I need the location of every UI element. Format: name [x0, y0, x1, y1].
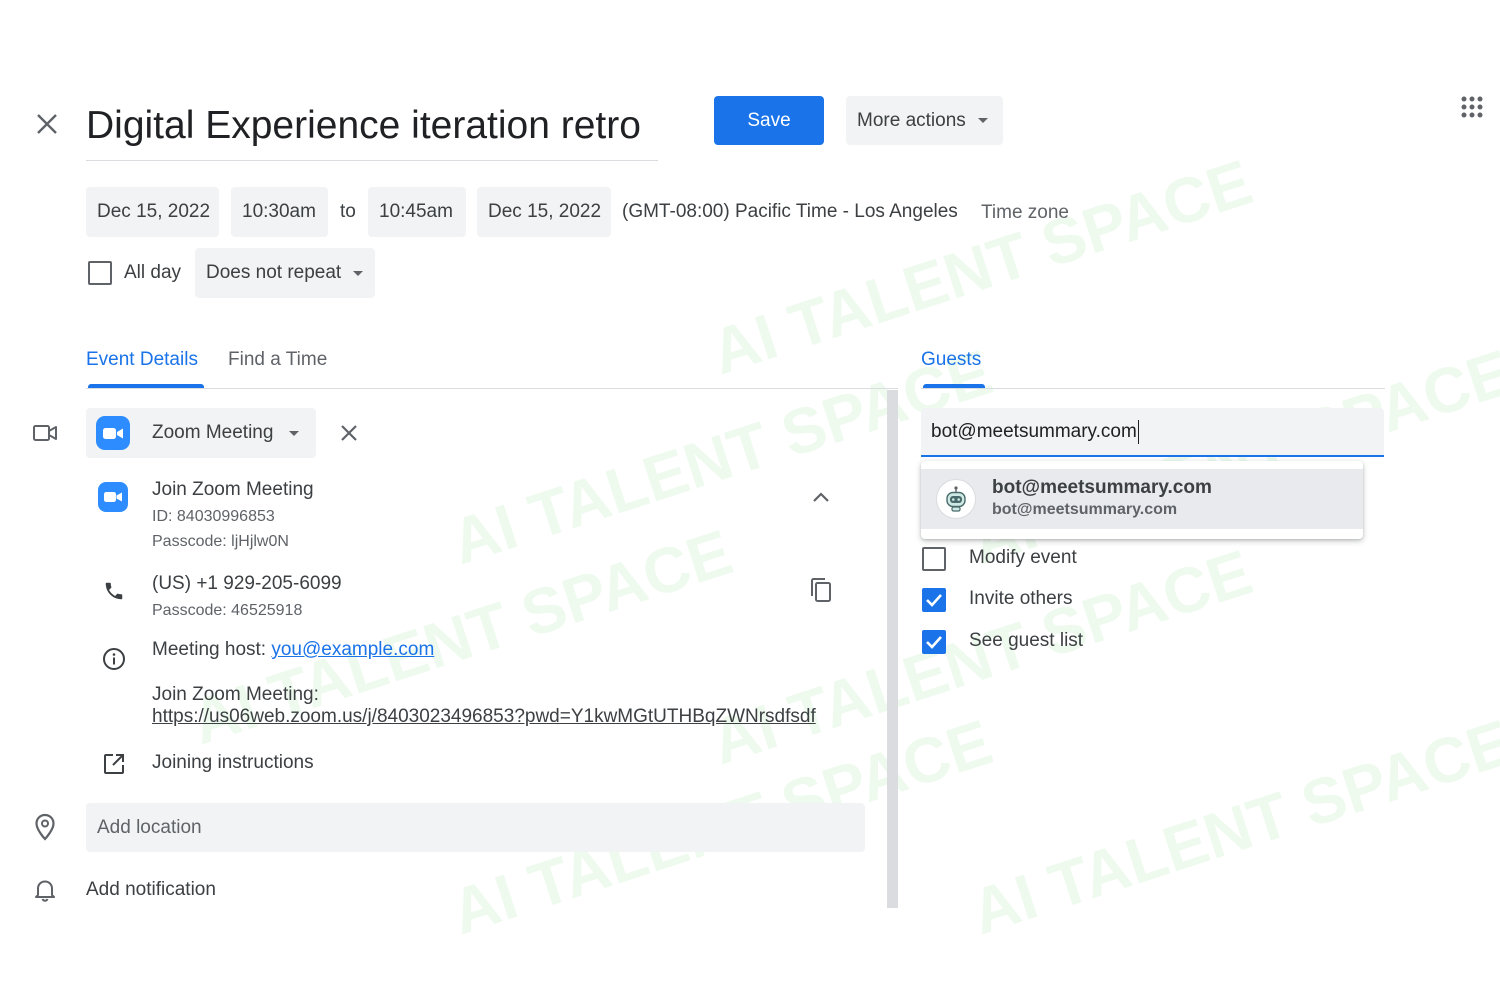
remove-conference-icon[interactable]	[336, 420, 362, 446]
tab-event-details[interactable]: Event Details	[86, 349, 198, 371]
watermark: AI TALENT SPACE	[962, 335, 1500, 579]
location-pin-icon	[30, 812, 60, 842]
end-time-chip[interactable]: 10:45am	[368, 187, 466, 237]
start-date-chip[interactable]: Dec 15, 2022	[86, 187, 219, 237]
apps-grid-icon[interactable]	[1458, 93, 1486, 121]
meeting-id: ID: 84030996853	[152, 508, 275, 525]
chevron-up-icon[interactable]	[808, 484, 834, 510]
guest-input[interactable]: bot@meetsummary.com	[921, 408, 1384, 457]
location-input[interactable]: Add location	[86, 803, 865, 852]
caret-down-icon	[977, 118, 988, 123]
caret-down-icon	[353, 270, 364, 276]
see-guest-list-checkbox[interactable]	[922, 630, 946, 654]
modify-event-label: Modify event	[969, 547, 1077, 568]
suggestion-name: bot@meetsummary.com	[992, 477, 1212, 498]
meeting-host-label: Meeting host:	[152, 639, 267, 660]
zoom-small-logo	[98, 482, 128, 512]
start-time-chip[interactable]: 10:30am	[231, 187, 328, 237]
conference-dropdown[interactable]: Zoom Meeting	[86, 408, 316, 458]
join-meeting-url[interactable]: https://us06web.zoom.us/j/8403023496853?…	[152, 706, 816, 728]
phone-passcode: Passcode: 46525918	[152, 602, 303, 619]
video-camera-icon	[30, 418, 60, 448]
repeat-dropdown[interactable]: Does not repeat	[195, 248, 375, 298]
tab-find-a-time[interactable]: Find a Time	[228, 349, 327, 371]
event-title-field[interactable]: Digital Experience iteration retro	[86, 98, 658, 161]
join-meeting-link[interactable]: Join Zoom Meeting	[152, 479, 314, 501]
guest-suggestion-dropdown: bot@meetsummary.com bot@meetsummary.com	[921, 461, 1363, 539]
open-in-new-icon	[100, 750, 128, 778]
checkmark-icon	[926, 594, 942, 607]
more-actions-button[interactable]: More actions	[846, 96, 1003, 145]
meeting-host-line: Meeting host: you@example.com	[152, 639, 434, 661]
watermark: AI TALENT SPACE	[962, 705, 1500, 949]
event-title: Digital Experience iteration retro	[86, 104, 641, 147]
join-meeting-text: Join Zoom Meeting:	[152, 684, 319, 705]
see-guest-list-label: See guest list	[969, 630, 1084, 651]
all-day-checkbox[interactable]	[88, 261, 112, 285]
add-notification-button[interactable]: Add notification	[86, 879, 216, 901]
meeting-host-email[interactable]: you@example.com	[271, 639, 434, 660]
all-day-label: All day	[124, 262, 182, 283]
info-icon	[100, 645, 128, 673]
watermark: AI TALENT SPACE	[442, 335, 1001, 579]
watermark: AI TALENT SPACE	[702, 145, 1261, 389]
invite-others-checkbox[interactable]	[922, 588, 946, 612]
repeat-label: Does not repeat	[206, 262, 342, 283]
tabs-divider	[86, 388, 898, 389]
zoom-logo-icon	[98, 482, 128, 512]
suggestion-email: bot@meetsummary.com	[992, 501, 1178, 518]
joining-instructions-link[interactable]: Joining instructions	[152, 752, 314, 774]
conference-provider: Zoom Meeting	[152, 422, 274, 443]
timezone-button[interactable]: Time zone	[981, 201, 1069, 225]
guests-divider	[921, 388, 1385, 389]
text-cursor	[1137, 419, 1139, 444]
robot-avatar-icon	[936, 479, 976, 519]
end-date-chip[interactable]: Dec 15, 2022	[477, 187, 611, 237]
dial-in-number[interactable]: (US) +1 929-205-6099	[152, 573, 342, 595]
details-scrollbar[interactable]	[887, 390, 898, 908]
timezone-text: (GMT-08:00) Pacific Time - Los Angeles	[622, 201, 958, 222]
modify-event-checkbox[interactable]	[922, 547, 946, 571]
zoom-logo-icon	[96, 416, 130, 450]
caret-down-icon	[289, 430, 300, 436]
bell-icon	[30, 875, 60, 905]
close-icon[interactable]	[30, 107, 64, 141]
checkmark-icon	[926, 636, 942, 649]
guest-suggestion-item[interactable]: bot@meetsummary.com bot@meetsummary.com	[921, 469, 1363, 529]
guests-header: Guests	[921, 349, 982, 370]
save-button[interactable]: Save	[714, 96, 824, 145]
watermark: AI TALENT SPACE	[702, 535, 1261, 779]
copy-icon[interactable]	[806, 575, 836, 605]
more-actions-label: More actions	[857, 109, 966, 131]
guest-input-value: bot@meetsummary.com	[931, 420, 1137, 442]
to-label: to	[340, 201, 356, 222]
phone-icon	[100, 577, 128, 605]
invite-others-label: Invite others	[969, 588, 1073, 609]
meeting-passcode: Passcode: ljHjlw0N	[152, 533, 289, 550]
